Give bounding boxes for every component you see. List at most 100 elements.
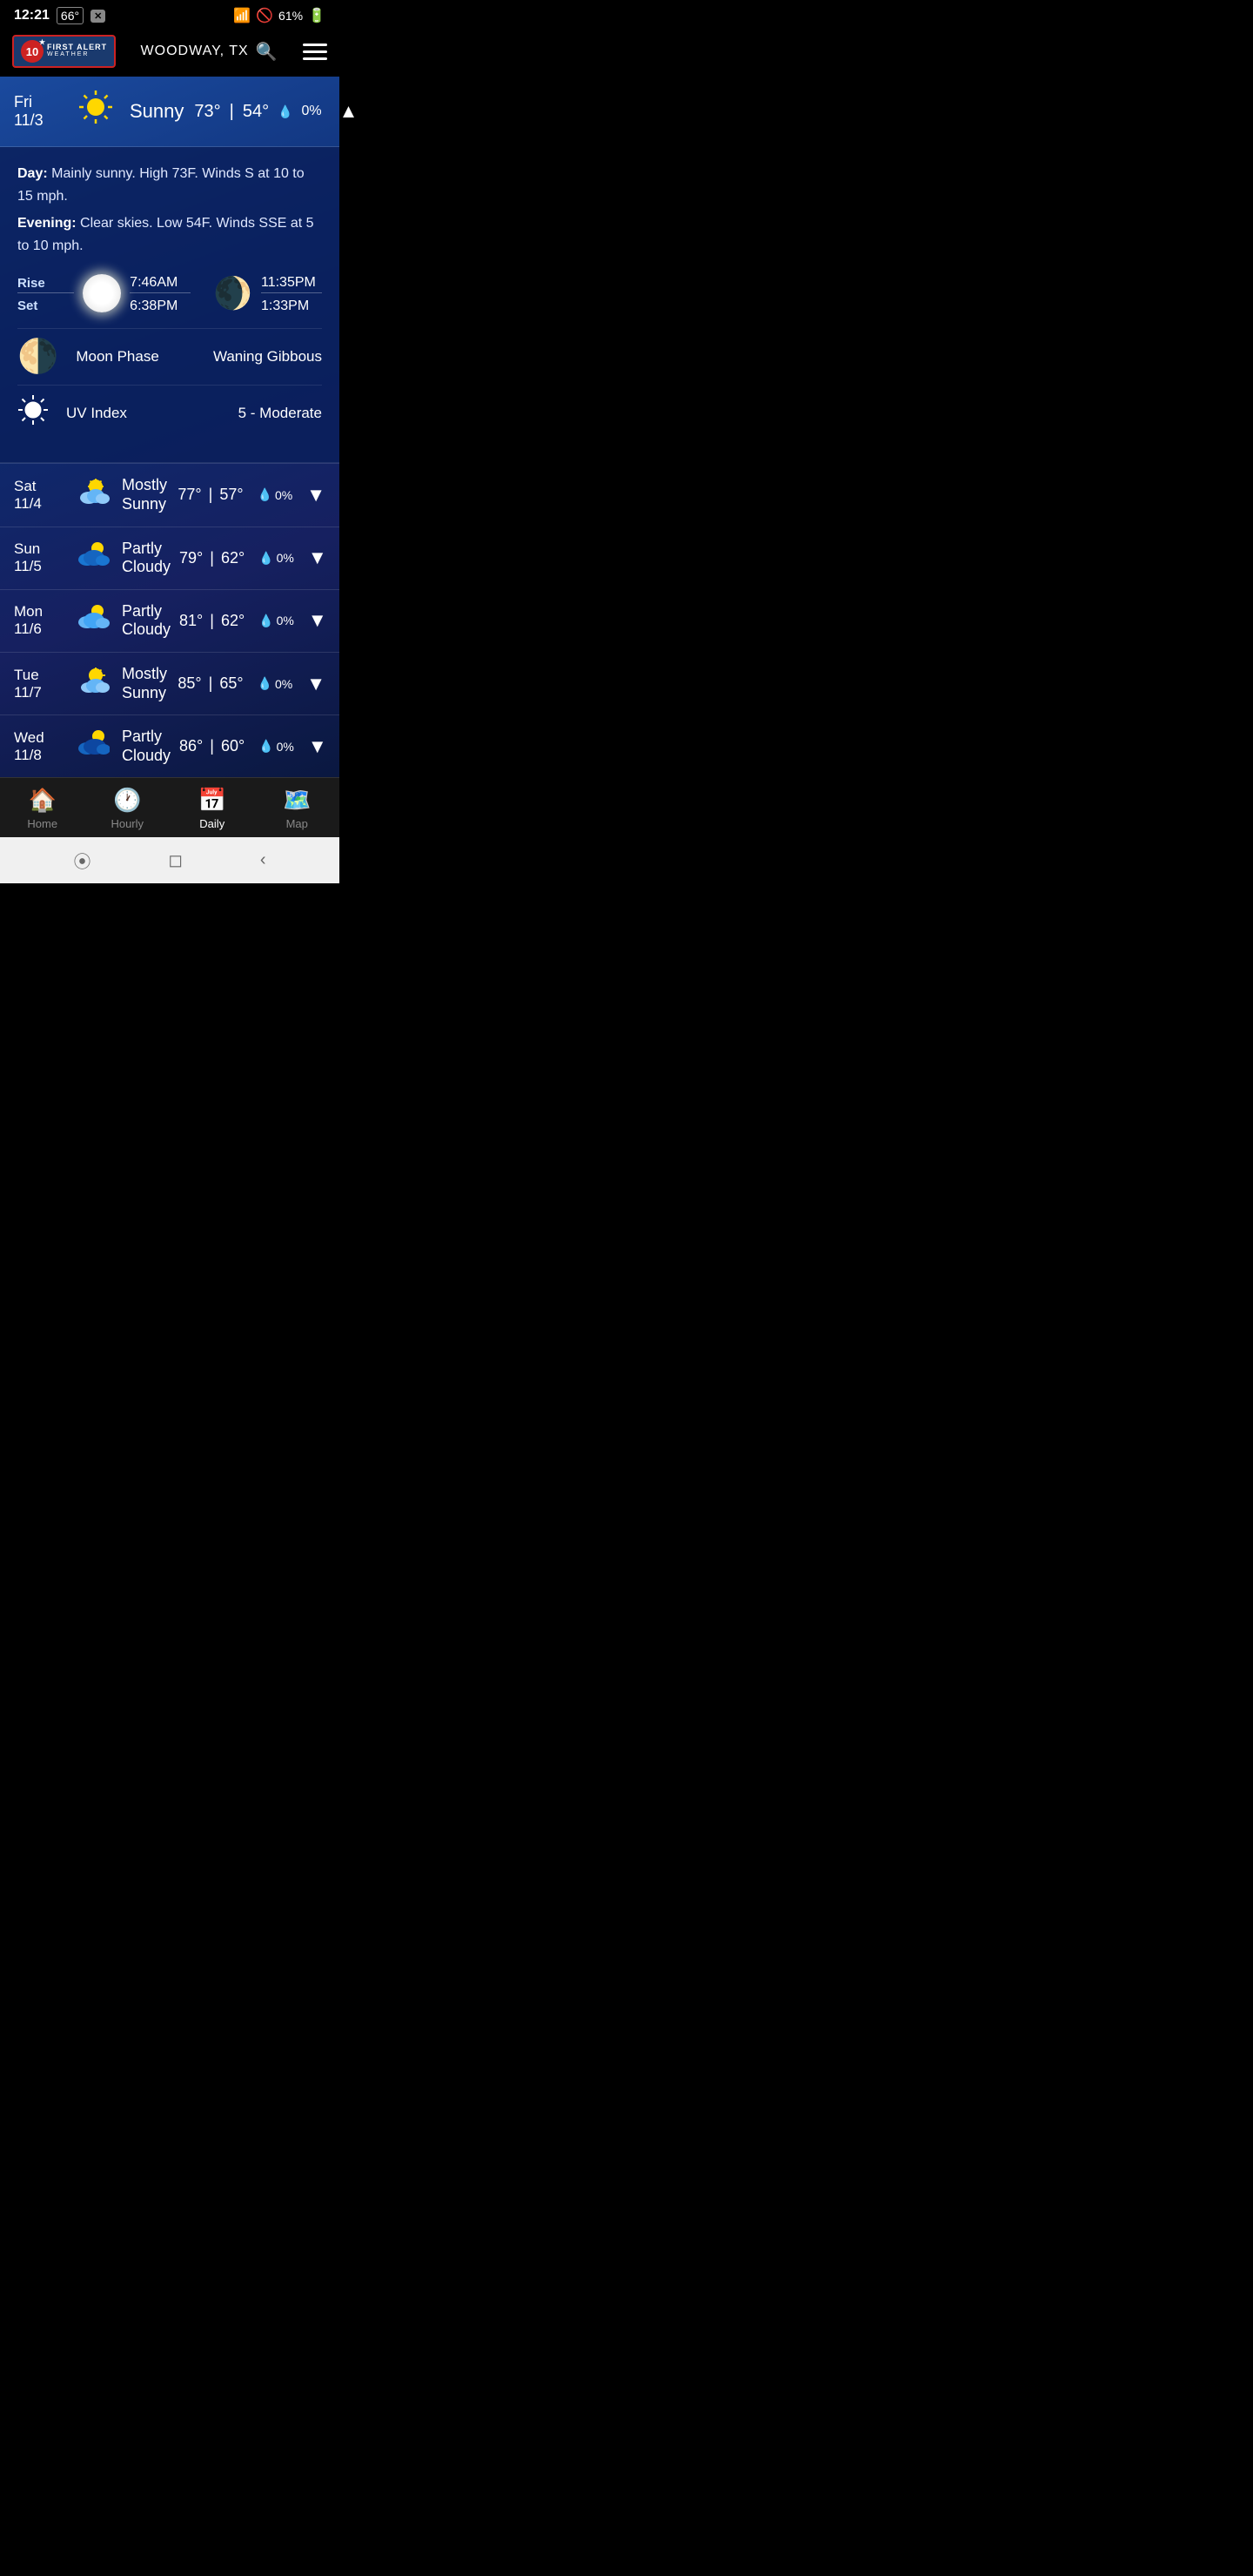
status-time: 12:21 [14,8,50,23]
uv-row: UV Index 5 - Moderate [17,385,322,441]
expand-chevron-1[interactable]: ▼ [308,547,327,569]
forecast-dayname-4: Wed [14,729,64,747]
nav-map[interactable]: 🗺️ Map [255,778,340,837]
set-label: Set [17,299,74,313]
moon-phase-icon: 🌗 [17,338,58,376]
detail-panel: Day: Mainly sunny. High 73F. Winds S at … [0,147,339,463]
forecast-dayname-2: Mon [14,603,64,621]
bottom-nav: 🏠 Home 🕐 Hourly 📅 Daily 🗺️ Map [0,777,339,837]
forecast-date-1: Sun 11/5 [14,540,64,575]
forecast-high-2: 81° [179,612,203,630]
expanded-rain-pct: 0% [302,104,322,119]
evening-label: Evening: [17,216,77,231]
notification-badge: ✕ [90,10,105,23]
forecast-daynum-2: 11/6 [14,621,64,638]
sun-set-time: 6:38PM [130,299,191,314]
calendar-icon: 📅 [198,787,226,814]
expand-chevron-3[interactable]: ▼ [306,673,325,695]
expanded-high: 73° [194,102,220,122]
expand-chevron-0[interactable]: ▼ [306,484,325,506]
forecast-rain-0: 💧 0% [258,487,293,502]
forecast-row-3[interactable]: Tue 11/7 MostlySunny 85° | 65° [0,652,339,714]
forecast-low-4: 60° [221,737,245,755]
expanded-temps: 73° | 54° 💧 0% [194,102,321,122]
hamburger-line1 [303,44,327,46]
moon-times: 11:35PM 1:33PM [261,275,322,314]
status-bar: 12:21 66° ✕ 📶 🚫 61% 🔋 [0,0,339,30]
day-desc-text: Mainly sunny. High 73F. Winds S at 10 to… [17,166,305,204]
sun-icon [83,274,121,312]
rain-icon-1: 💧 [258,551,273,566]
forecast-low-3: 65° [219,674,243,693]
forecast-high-4: 86° [179,737,203,755]
forecast-date-4: Wed 11/8 [14,729,64,764]
sun-rise-time: 7:46AM [130,275,191,291]
moon-rise-time: 11:35PM [261,275,322,291]
forecast-rainpct-4: 0% [277,740,294,754]
status-temp: 66° [57,7,84,24]
forecast-temps-0: 77° | 57° [178,486,243,504]
forecast-rain-1: 💧 0% [258,551,294,566]
forecast-icon-4 [77,728,110,765]
app-logo[interactable]: 10 FIRST ALERT WEATHER [12,35,116,68]
nav-daily[interactable]: 📅 Daily [170,778,255,837]
android-recents[interactable]: ⦿ [73,848,90,873]
forecast-condition-1: PartlyCloudy [122,540,171,577]
moon-phase-label: Moon Phase [76,348,196,366]
expand-chevron-4[interactable]: ▼ [308,735,327,758]
forecast-rain-2: 💧 0% [258,614,294,628]
menu-button[interactable] [303,44,327,60]
forecast-rain-4: 💧 0% [258,739,294,754]
forecast-dayname-0: Sat [14,478,64,495]
forecast-dayname-1: Sun [14,540,64,558]
no-symbol-icon: 🚫 [256,7,273,24]
expanded-weather-icon [77,89,114,134]
forecast-row-4[interactable]: Wed 11/8 PartlyCloudy 86° | 60° 💧 0% ▼ [0,714,339,777]
forecast-date-3: Tue 11/7 [14,667,64,701]
forecast-rainpct-1: 0% [277,551,294,565]
android-home[interactable]: ◻ [168,849,183,871]
forecast-icon-0 [77,477,110,513]
forecast-date-0: Sat 11/4 [14,478,64,513]
forecast-condition-3: MostlySunny [122,665,169,702]
forecast-icon-1 [77,540,110,576]
nav-hourly[interactable]: 🕐 Hourly [85,778,171,837]
search-icon[interactable]: 🔍 [256,41,278,63]
android-back[interactable]: ‹ [260,850,266,870]
forecast-row-0[interactable]: Sat 11/4 MostlySunny [0,463,339,526]
logo-number: 10 [26,45,38,58]
logo-badge: 10 [21,40,44,63]
forecast-icon-3 [77,666,110,702]
hamburger-line2 [303,50,327,53]
forecast-low-2: 62° [221,612,245,630]
daily-label: Daily [199,817,224,830]
forecast-row-1[interactable]: Sun 11/5 PartlyCloudy 79° | 62° 💧 0% ▼ [0,527,339,589]
rain-icon-0: 💧 [258,487,272,502]
hamburger-line3 [303,57,327,60]
rain-icon-4: 💧 [258,739,273,754]
map-label: Map [286,817,308,830]
nav-home[interactable]: 🏠 Home [0,778,85,837]
collapse-chevron[interactable]: ▲ [339,100,358,123]
map-icon: 🗺️ [283,787,311,814]
forecast-icon-2 [77,602,110,639]
forecast-row-2[interactable]: Mon 11/6 PartlyCloudy 81° | 62° 💧 0% ▼ [0,589,339,652]
forecast-rainpct-2: 0% [277,614,294,627]
forecast-daynum-3: 11/7 [14,684,64,701]
battery-indicator: 61% [278,9,303,23]
sun-moon-row: Rise Set 7:46AM 6:38PM 🌒 11:35PM 1:33PM [17,274,322,314]
logo-first-alert: FIRST ALERT [47,44,107,51]
expand-chevron-2[interactable]: ▼ [308,609,327,632]
forecast-daynum-0: 11/4 [14,495,64,513]
rain-icon-3: 💧 [258,676,272,691]
expanded-day-header[interactable]: Fri 11/3 Sunny 73° | [0,77,339,147]
home-icon: 🏠 [29,787,57,814]
forecast-rainpct-0: 0% [275,488,292,502]
uv-label: UV Index [66,405,221,422]
moon-phase-value: Waning Gibbous [213,348,322,366]
expanded-low: 54° [243,102,269,122]
moon-set-time: 1:33PM [261,299,322,314]
uv-value: 5 - Moderate [238,405,322,422]
forecast-date-2: Mon 11/6 [14,603,64,638]
wifi-icon: 📶 [233,7,251,24]
